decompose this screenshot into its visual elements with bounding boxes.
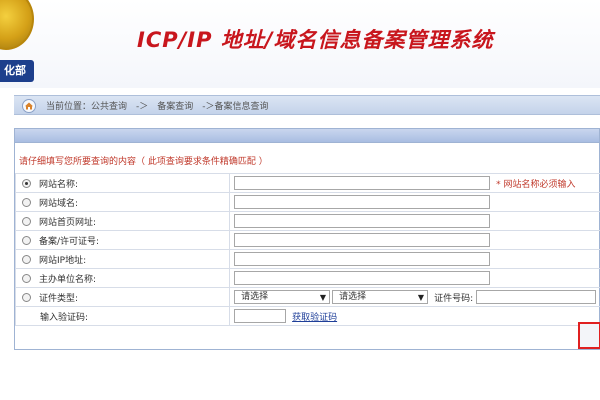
system-title: ICP/IP 地址/域名信息备案管理系统: [137, 28, 494, 52]
cert-no-label: 证件号码:: [434, 293, 474, 304]
homepage-url-input[interactable]: [234, 214, 491, 228]
captcha-input[interactable]: [234, 309, 287, 323]
label-domain: 网站域名:: [39, 198, 79, 209]
required-note: * 网站名称必须输入: [496, 179, 576, 190]
submit-button-area[interactable]: [578, 322, 600, 349]
form-row-license: 备案/许可证号:: [14, 230, 600, 250]
form-row-organizer: 主办单位名称:: [14, 268, 600, 288]
label-license: 备案/许可证号:: [39, 236, 100, 247]
cert-type-select-1-value: 请选择: [241, 292, 269, 302]
label-ip: 网站IP地址:: [39, 255, 87, 266]
radio-domain[interactable]: [22, 197, 31, 207]
cert-type-select-2-value: 请选择: [339, 292, 367, 302]
radio-license[interactable]: [22, 235, 31, 245]
radio-organizer[interactable]: [22, 273, 31, 283]
form-row-domain: 网站域名:: [14, 192, 600, 212]
label-captcha: 输入验证码:: [40, 312, 89, 323]
chevron-down-icon: ▼: [319, 293, 327, 302]
radio-ip[interactable]: [22, 254, 31, 264]
breadcrumb: 当前位置：公共查询 -＞ 备案查询 -＞备案信息查询: [14, 95, 600, 115]
radio-site-name[interactable]: [22, 178, 31, 188]
chevron-down-icon: ▼: [417, 293, 425, 302]
label-homepage: 网站首页网址:: [39, 217, 97, 228]
site-name-input[interactable]: [234, 176, 491, 190]
label-cert-type: 证件类型:: [39, 293, 79, 304]
query-panel: 请仔细填写您所要查询的内容（ 此项查询要求条件精确匹配 ） 网站名称: * 网站…: [14, 128, 600, 350]
cert-type-select-2[interactable]: 请选择 ▼: [332, 290, 429, 304]
header-banner: 化部 ICP/IP 地址/域名信息备案管理系统: [0, 0, 600, 88]
query-instruction: 请仔细填写您所要查询的内容（ 此项查询要求条件精确匹配 ）: [19, 157, 268, 167]
radio-cert-type[interactable]: [22, 292, 31, 302]
license-no-input[interactable]: [234, 233, 491, 247]
get-captcha-link[interactable]: 获取验证码: [292, 313, 337, 323]
form-row-homepage: 网站首页网址:: [14, 211, 600, 231]
breadcrumb-text: 当前位置：公共查询 -＞ 备案查询 -＞备案信息查询: [46, 102, 269, 112]
domain-input[interactable]: [234, 195, 491, 209]
ministry-name: 化部: [0, 60, 34, 82]
label-organizer: 主办单位名称:: [39, 274, 97, 285]
form-row-ip: 网站IP地址:: [14, 249, 600, 269]
form-row-site-name: 网站名称: * 网站名称必须输入: [14, 173, 600, 193]
label-site-name: 网站名称:: [39, 179, 79, 190]
query-form: 网站名称: * 网站名称必须输入 网站域名: 网站首页网址: 备案/许可证号:: [14, 173, 600, 326]
site-ip-input[interactable]: [234, 252, 491, 266]
organizer-name-input[interactable]: [234, 271, 491, 285]
form-row-captcha: 输入验证码: 获取验证码: [14, 306, 600, 326]
radio-homepage[interactable]: [22, 216, 31, 226]
panel-header: [15, 129, 599, 143]
home-icon[interactable]: [22, 98, 36, 113]
cert-type-select-1[interactable]: 请选择 ▼: [234, 290, 331, 304]
form-row-cert: 证件类型: 请选择 ▼ 请选择 ▼ 证件号码:: [14, 287, 600, 307]
national-emblem-icon: [0, 0, 34, 50]
cert-no-input[interactable]: [476, 290, 596, 304]
